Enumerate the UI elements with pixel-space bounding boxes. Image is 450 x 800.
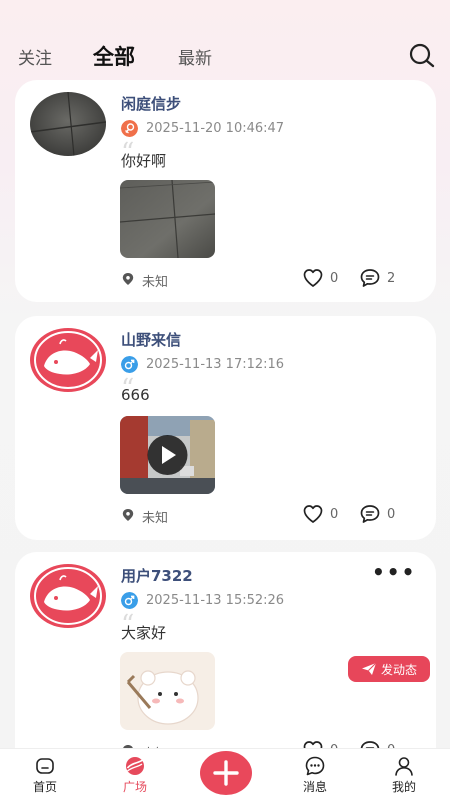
home-icon [36,758,54,774]
post-video[interactable] [120,416,215,494]
post-photo[interactable] [120,180,215,258]
tab-all[interactable]: 全部 [93,41,135,71]
comment-icon[interactable] [359,267,381,289]
square-icon [126,757,144,775]
nav-profile[interactable]: 我的 [374,755,434,795]
tab-follow[interactable]: 关注 [18,44,52,69]
nav-home[interactable]: 首页 [15,755,75,795]
username[interactable]: 山野来信 [121,329,181,350]
post-content: 你好啊 [121,152,167,170]
comment-count: 0 [387,507,396,522]
post-time: 2025-11-13 17:12:16 [146,357,285,372]
like-count: 0 [330,507,339,522]
heart-icon[interactable] [302,739,324,748]
post-content: 大家好 [121,624,167,642]
tab-latest[interactable]: 最新 [178,44,212,69]
nav-messages-label: 消息 [302,780,327,794]
add-button[interactable] [200,751,252,795]
comment-icon[interactable] [359,503,381,525]
username[interactable]: 闲庭信步 [121,93,181,114]
create-post-label: 发动态 [380,662,417,677]
more-options-icon[interactable]: ••• [372,560,416,584]
comment-icon[interactable] [359,739,381,748]
location-icon [122,509,134,521]
male-icon [121,356,138,373]
male-icon [121,592,138,609]
create-post-button[interactable]: 发动态 [348,656,430,682]
avatar[interactable] [30,328,106,392]
username[interactable]: 用户7322 [121,565,193,586]
avatar[interactable] [30,92,106,156]
nav-square[interactable]: 广场 [105,755,165,795]
female-icon [121,120,138,137]
top-bar: 关注 全部 最新 [0,0,450,80]
location-text: 未知 [142,511,169,526]
nav-square-label: 广场 [122,780,147,794]
post-photo[interactable] [120,652,215,730]
heart-icon[interactable] [302,503,324,525]
nav-messages[interactable]: 消息 [285,755,345,795]
post-card[interactable]: 用户7322 ••• 2025-11-13 15:52:26 “ 大家好 [15,552,436,748]
nav-home-label: 首页 [32,780,57,794]
heart-icon[interactable] [302,267,324,289]
plus-icon [213,760,239,786]
nav-profile-label: 我的 [391,780,416,794]
post-time: 2025-11-20 10:46:47 [146,121,285,136]
comment-count: 2 [387,271,396,286]
avatar[interactable] [30,564,106,628]
post-card[interactable]: 闲庭信步 2025-11-20 10:46:47 “ 你好啊 未知 0 2 [15,80,436,302]
like-count: 0 [330,271,339,286]
post-content: 666 [121,386,150,404]
user-icon [395,757,413,776]
location-icon [122,273,134,285]
send-icon [361,662,377,675]
post-time: 2025-11-13 15:52:26 [146,593,285,608]
location-text: 未知 [142,275,169,290]
post-card[interactable]: 山野来信 2025-11-13 17:12:16 “ 666 未知 0 0 [15,316,436,540]
post-feed[interactable]: 闲庭信步 2025-11-20 10:46:47 “ 你好啊 未知 0 2 山野… [0,80,450,748]
search-icon[interactable] [408,42,436,70]
message-icon [305,756,325,776]
